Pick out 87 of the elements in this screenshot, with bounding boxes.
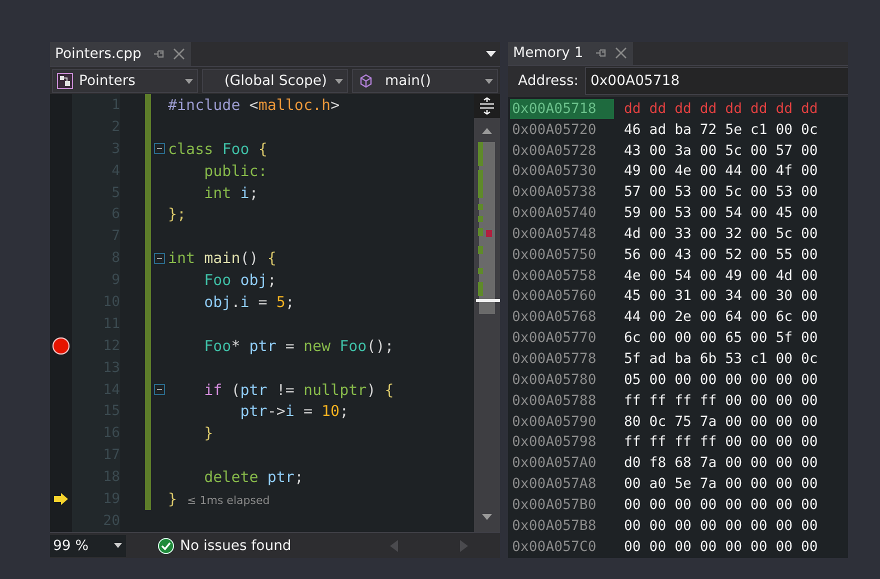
- memory-address[interactable]: 0x00A05790: [510, 412, 614, 432]
- file-tab-title: Pointers.cpp: [55, 46, 142, 62]
- memory-address[interactable]: 0x00A05758: [510, 266, 614, 286]
- memory-address[interactable]: 0x00A05760: [510, 286, 614, 306]
- code-line: #include <malloc.h>: [168, 96, 340, 114]
- memory-address[interactable]: 0x00A05718: [510, 98, 614, 119]
- memory-address[interactable]: 0x00A05740: [510, 203, 614, 224]
- memory-address[interactable]: 0x00A057A8: [510, 474, 614, 494]
- memory-address[interactable]: 0x00A05748: [510, 224, 614, 244]
- memory-address[interactable]: 0x00A05780: [510, 370, 614, 390]
- code-line: };: [168, 205, 186, 224]
- memory-tab-title: Memory 1: [513, 45, 584, 62]
- memory-bytes: 05 00 00 00 00 00 00 00: [624, 372, 818, 388]
- collapse-icon[interactable]: [154, 143, 165, 154]
- memory-address[interactable]: 0x00A057A0: [510, 453, 614, 474]
- memory-bytes: 46 ad ba 72 5e c1 00 0c: [624, 122, 818, 138]
- memory-address[interactable]: 0x00A05738: [510, 182, 614, 202]
- memory-address[interactable]: 0x00A05750: [510, 244, 614, 265]
- memory-address[interactable]: 0x00A05730: [510, 161, 614, 182]
- code-line: public:: [203, 162, 268, 180]
- code-line: int i;: [203, 184, 258, 202]
- elapsed-hint: ≤ 1ms elapsed: [187, 494, 270, 507]
- memory-bytes: d0 f8 68 7a 00 00 00 00: [624, 455, 818, 472]
- memory-bytes: 59 00 53 00 54 00 45 00: [624, 205, 818, 222]
- memory-bytes: 6c 00 00 00 65 00 5f 00: [624, 330, 818, 346]
- memory-bytes: 00 00 00 00 00 00 00 00: [624, 496, 818, 513]
- address-label: Address:: [518, 73, 578, 90]
- memory-bytes: 5f ad ba 6b 53 c1 00 0c: [624, 350, 818, 367]
- memory-bytes: 44 00 2e 00 64 00 6c 00: [624, 309, 818, 326]
- scope-dropdown[interactable]: main(): [352, 69, 498, 93]
- zoom-dropdown[interactable]: 99 %: [50, 534, 126, 556]
- memory-address[interactable]: 0x00A05720: [510, 120, 614, 140]
- scope-dropdown[interactable]: (Global Scope): [202, 69, 348, 93]
- scope-dropdown[interactable]: Pointers: [52, 69, 198, 93]
- caret-icon: [335, 78, 343, 84]
- code-line: }: [168, 490, 178, 508]
- code-line: class Foo {: [168, 140, 268, 158]
- memory-address[interactable]: 0x00A05768: [510, 307, 614, 328]
- breakpoint-icon[interactable]: [52, 336, 70, 355]
- memory-bytes: dd dd dd dd dd dd dd dd: [624, 100, 818, 117]
- code-line: }: [203, 424, 214, 442]
- project-icon: [57, 73, 73, 89]
- memory-address[interactable]: 0x00A05728: [510, 140, 614, 161]
- memory-address[interactable]: 0x00A05778: [510, 348, 614, 369]
- memory-address[interactable]: 0x00A05798: [510, 432, 614, 452]
- memory-address[interactable]: 0x00A05770: [510, 328, 614, 348]
- memory-bytes: 00 a0 5e 7a 00 00 00 00: [624, 476, 818, 492]
- memory-address[interactable]: 0x00A057C0: [510, 536, 614, 557]
- memory-bytes: 00 00 00 00 00 00 00 00: [624, 538, 818, 555]
- memory-bytes: ff ff ff ff 00 00 00 00: [624, 392, 818, 409]
- pin-icon[interactable]: [595, 47, 608, 60]
- collapse-icon[interactable]: [154, 384, 165, 396]
- memory-bytes: 4e 00 54 00 49 00 4d 00: [624, 268, 818, 284]
- memory-address[interactable]: 0x00A057B0: [510, 494, 614, 515]
- code-line: ptr->i = 10;: [239, 402, 349, 420]
- address-field[interactable]: 0x00A05718: [585, 67, 848, 96]
- caret-icon: [114, 543, 122, 548]
- memory-address[interactable]: 0x00A05788: [510, 390, 614, 411]
- caret-icon[interactable]: [486, 51, 496, 57]
- code-line: int main() {: [168, 249, 276, 268]
- memory-bytes: ff ff ff ff 00 00 00 00: [624, 434, 818, 450]
- file-tab[interactable]: Pointers.cpp: [50, 42, 192, 66]
- collapse-icon[interactable]: [154, 252, 165, 264]
- memory-bytes: 00 00 00 00 00 00 00 00: [624, 518, 818, 534]
- split-icon[interactable]: [474, 94, 500, 118]
- check-icon: [158, 538, 174, 554]
- cube-icon: [359, 74, 373, 88]
- code-line: delete ptr;: [203, 468, 304, 486]
- caret-icon: [485, 78, 493, 84]
- memory-bytes: 80 0c 75 7a 00 00 00 00: [624, 414, 818, 430]
- memory-bytes: 45 00 31 00 34 00 30 00: [624, 288, 818, 304]
- caret-icon: [185, 78, 193, 84]
- code-line: if (ptr != nullptr) {: [203, 380, 394, 399]
- code-line: Foo obj;: [203, 271, 276, 290]
- pin-icon[interactable]: [153, 48, 166, 60]
- memory-bytes: 49 00 4e 00 44 00 4f 00: [624, 163, 818, 180]
- memory-bytes: 4d 00 33 00 32 00 5c 00: [624, 226, 818, 242]
- memory-tab[interactable]: Memory 1: [508, 42, 634, 65]
- code-line: obj.i = 5;: [203, 292, 294, 311]
- memory-bytes: 43 00 3a 00 5c 00 57 00: [624, 142, 818, 159]
- issues-status: No issues found: [180, 538, 292, 554]
- code-line: Foo* ptr = new Foo();: [203, 336, 394, 355]
- memory-bytes: 57 00 53 00 5c 00 53 00: [624, 184, 818, 200]
- close-icon[interactable]: [615, 47, 628, 60]
- memory-address[interactable]: 0x00A057B8: [510, 516, 614, 536]
- close-icon[interactable]: [173, 48, 186, 60]
- memory-bytes: 56 00 43 00 52 00 55 00: [624, 246, 818, 263]
